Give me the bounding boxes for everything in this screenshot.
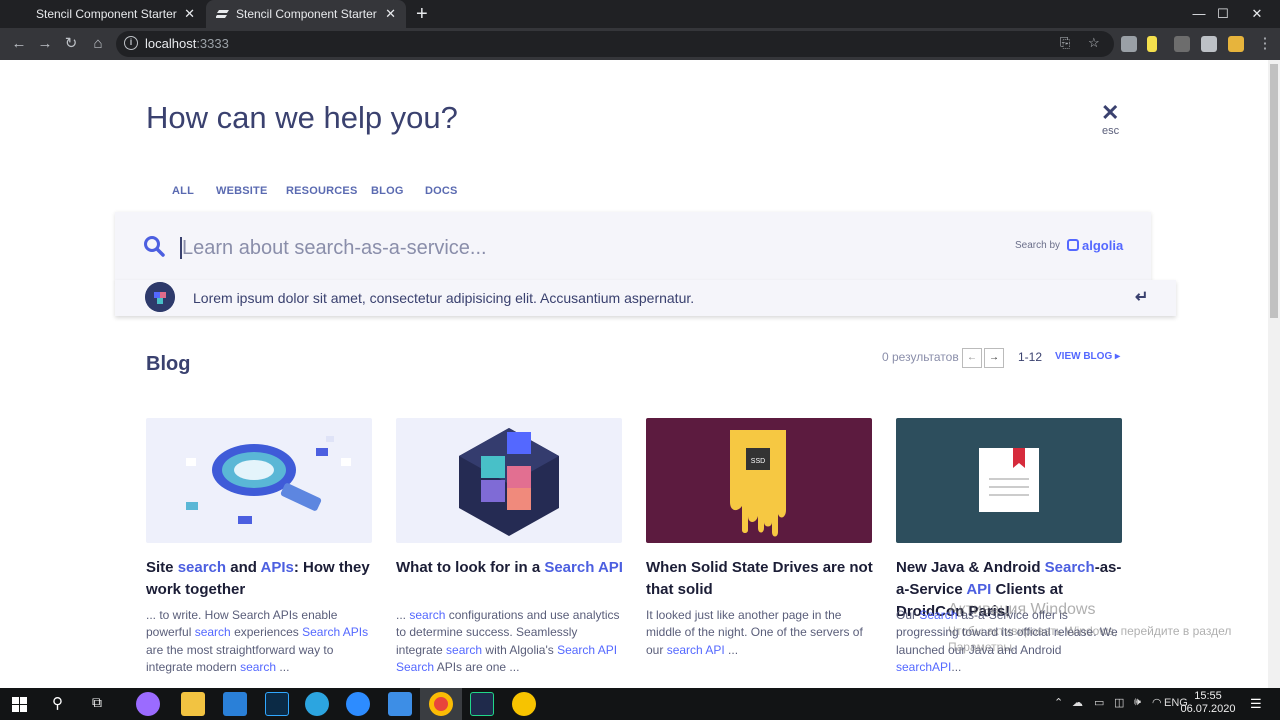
bookmark-star-icon[interactable]: ☆ — [1088, 35, 1100, 51]
blog-section-title: Blog — [146, 353, 191, 375]
zoom-icon[interactable] — [346, 692, 370, 716]
card-title[interactable]: Site search and APIs: How they work toge… — [146, 557, 376, 601]
close-window-button[interactable]: ✕ — [1234, 0, 1280, 28]
back-arrow-icon[interactable]: ← — [6, 28, 32, 60]
windows-taskbar: ⚲ ⧉ ⌃ ☁ ▭ ◫ 🕪 ◠ ENG 15:55 06.07.2020 ☰ — [0, 688, 1280, 720]
new-tab-button[interactable]: + — [416, 0, 428, 28]
extension-wh-icon[interactable] — [1228, 36, 1244, 52]
svg-text:SSD: SSD — [751, 458, 765, 465]
isometric-cubes-icon — [459, 428, 559, 536]
translate-icon[interactable]: ⎘ — [1060, 35, 1070, 51]
search-box: Search by algolia — [115, 212, 1151, 282]
browser-tab-active[interactable]: Stencil Component Starter ✕ — [206, 0, 406, 28]
extension-note-icon[interactable] — [1147, 36, 1157, 52]
clock-time: 15:55 — [1194, 690, 1222, 702]
file-explorer-icon[interactable] — [181, 692, 205, 716]
algolia-icon — [1067, 239, 1079, 251]
windows-activation-text: Чтобы активировать Windows, перейдите в … — [948, 624, 1232, 638]
browser-tab[interactable]: Stencil Component Starter ✕ — [0, 0, 205, 28]
melting-ssd-icon: SSD — [730, 430, 786, 537]
search-panel-title: How can we help you? — [146, 100, 458, 135]
card-title[interactable]: When Solid State Drives are not that sol… — [646, 557, 876, 601]
tab-website[interactable]: WEBSITE — [216, 185, 268, 197]
results-range: 1-12 — [1018, 350, 1043, 364]
vscode-icon[interactable] — [223, 692, 247, 716]
notifications-icon[interactable]: ☰ — [1250, 696, 1262, 712]
task-view-icon[interactable]: ⧉ — [92, 694, 102, 711]
scrollbar-thumb[interactable] — [1270, 64, 1278, 318]
onedrive-icon[interactable]: ☁ — [1072, 696, 1083, 709]
card-excerpt: ... to write. How Search APIs enable pow… — [146, 608, 369, 675]
tray-expand-icon[interactable]: ⌃ — [1054, 696, 1063, 709]
page-content: How can we help you? ✕ esc ALL WEBSITE R… — [0, 60, 1268, 688]
card-excerpt: ... search configurations and use analyt… — [396, 608, 620, 675]
network-icon[interactable]: ◫ — [1114, 696, 1124, 709]
taskbar-search-icon[interactable]: ⚲ — [52, 694, 63, 712]
esc-label: esc — [1102, 125, 1120, 137]
search-icon — [144, 236, 165, 257]
windows-activation-watermark: Активация Windows — [948, 601, 1096, 618]
reload-icon[interactable]: ↻ — [58, 28, 84, 60]
suggestion-text: Lorem ipsum dolor sit amet, consectetur … — [193, 290, 695, 306]
tab-close-icon[interactable]: ✕ — [184, 0, 195, 28]
webstorm-icon[interactable] — [470, 692, 494, 716]
extension-play-icon[interactable] — [1174, 36, 1190, 52]
tab-resources[interactable]: RESOURCES — [286, 185, 357, 197]
clock-date: 06.07.2020 — [1180, 703, 1236, 715]
extension-shield-icon[interactable] — [1121, 36, 1137, 52]
extensions-puzzle-icon[interactable] — [1201, 36, 1217, 52]
card-image-document-illustration — [896, 418, 1122, 543]
tab-close-icon[interactable]: ✕ — [385, 0, 396, 28]
stencil-favicon-icon — [216, 10, 229, 18]
tab-title: Stencil Component Starter — [236, 7, 377, 21]
site-info-icon[interactable]: i — [124, 36, 138, 50]
alice-app-icon[interactable] — [136, 692, 160, 716]
home-icon[interactable]: ⌂ — [85, 28, 111, 60]
search-suggestion[interactable]: Lorem ipsum dolor sit amet, consectetur … — [115, 280, 1176, 316]
results-count: 0 результатов — [882, 350, 959, 364]
windows-activation-settings: Параметры. — [948, 640, 1016, 654]
battery-icon[interactable]: ▭ — [1094, 696, 1104, 709]
card-excerpt: It looked just like another page in the … — [646, 608, 863, 657]
taskbar-clock[interactable]: 15:55 06.07.2020 — [1180, 690, 1236, 716]
card-image-search-illustration — [146, 418, 372, 543]
glasses-app-icon[interactable] — [512, 692, 536, 716]
next-page-button[interactable]: → — [984, 348, 1004, 368]
photoshop-icon[interactable] — [265, 692, 289, 716]
card-image-ssd-illustration: SSD — [646, 418, 872, 543]
enter-key-icon: ↵ — [1135, 289, 1149, 306]
mail-app-icon[interactable] — [388, 692, 412, 716]
search-input[interactable] — [182, 230, 962, 266]
browser-menu-icon[interactable]: ⋮ — [1252, 28, 1278, 60]
card-title[interactable]: What to look for in a Search API — [396, 557, 626, 579]
magnifier-blocks-icon — [186, 436, 351, 524]
view-blog-link[interactable]: VIEW BLOG ▸ — [1055, 351, 1120, 362]
algolia-logo[interactable]: algolia — [1067, 238, 1123, 253]
bookmarked-document-icon — [979, 448, 1039, 512]
card-image-api-illustration — [396, 418, 622, 543]
tab-title: Stencil Component Starter — [36, 7, 177, 21]
url-text: localhost:3333 — [145, 36, 229, 51]
page-scrollbar[interactable] — [1268, 60, 1280, 688]
volume-icon[interactable]: 🕪 — [1134, 696, 1141, 709]
cube-thumbnail-icon — [145, 282, 175, 312]
address-bar[interactable]: i localhost:3333 ⎘ ☆ — [116, 31, 1114, 57]
search-by-label: Search by — [1015, 240, 1061, 251]
chrome-icon[interactable] — [429, 692, 453, 716]
telegram-icon[interactable] — [305, 692, 329, 716]
close-icon[interactable]: ✕ — [1101, 100, 1119, 126]
windows-start-icon[interactable] — [12, 697, 27, 712]
browser-toolbar: ← → ↻ ⌂ i localhost:3333 ⎘ ☆ ⋮ — [0, 28, 1280, 60]
tab-docs[interactable]: DOCS — [425, 185, 458, 197]
tab-all[interactable]: ALL — [172, 185, 194, 197]
prev-page-button[interactable]: ← — [962, 348, 982, 368]
browser-tab-bar: Stencil Component Starter ✕ Stencil Comp… — [0, 0, 1280, 28]
wifi-icon[interactable]: ◠ — [1152, 696, 1162, 709]
forward-arrow-icon[interactable]: → — [32, 28, 58, 60]
tab-blog[interactable]: BLOG — [371, 185, 404, 197]
